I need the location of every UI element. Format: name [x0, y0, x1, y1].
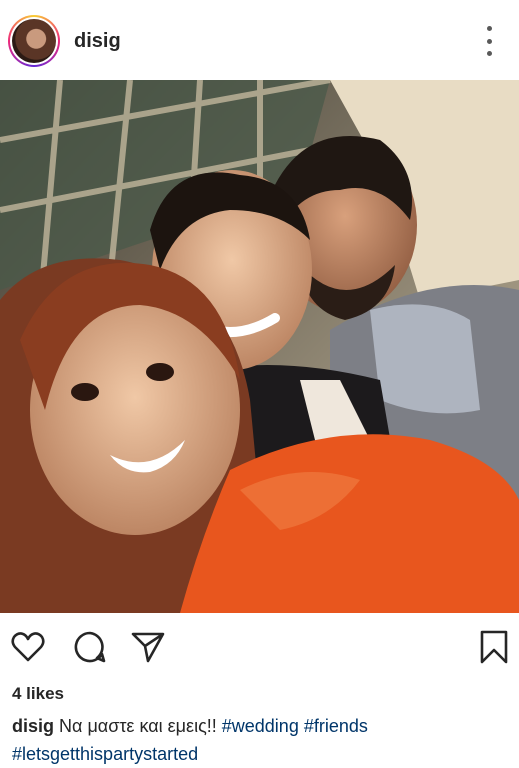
post-caption: disig Να μαστε και εμεις!! #wedding #fri… [12, 712, 512, 768]
paper-plane-icon [131, 632, 165, 663]
likes-count[interactable]: 4 likes [12, 684, 64, 704]
caption-username[interactable]: disig [12, 716, 54, 736]
comment-bubble-icon [74, 631, 106, 663]
bookmark-icon [480, 630, 508, 664]
avatar[interactable] [8, 15, 60, 67]
hashtag-letsgetthispartystarted[interactable]: #letsgetthispartystarted [12, 744, 198, 764]
save-button[interactable] [476, 629, 512, 665]
caption-text: Να μαστε και εμεις!! [59, 716, 217, 736]
hashtag-wedding[interactable]: #wedding [222, 716, 299, 736]
like-button[interactable] [10, 629, 46, 665]
vertical-dots-icon-dot [486, 38, 492, 44]
selfie-illustration [0, 80, 519, 613]
share-button[interactable] [130, 629, 166, 665]
vertical-dots-icon-dot [486, 51, 492, 56]
hashtag-friends[interactable]: #friends [304, 716, 368, 736]
action-bar [0, 625, 519, 673]
avatar-image [12, 19, 56, 63]
post-header: disig [0, 0, 519, 80]
post-username[interactable]: disig [74, 30, 121, 53]
more-options-button[interactable] [478, 26, 500, 56]
heart-outline-icon [11, 632, 45, 662]
post-photo[interactable] [0, 80, 519, 613]
vertical-dots-icon [486, 26, 492, 31]
comment-button[interactable] [72, 629, 108, 665]
avatar-inner [10, 17, 58, 65]
